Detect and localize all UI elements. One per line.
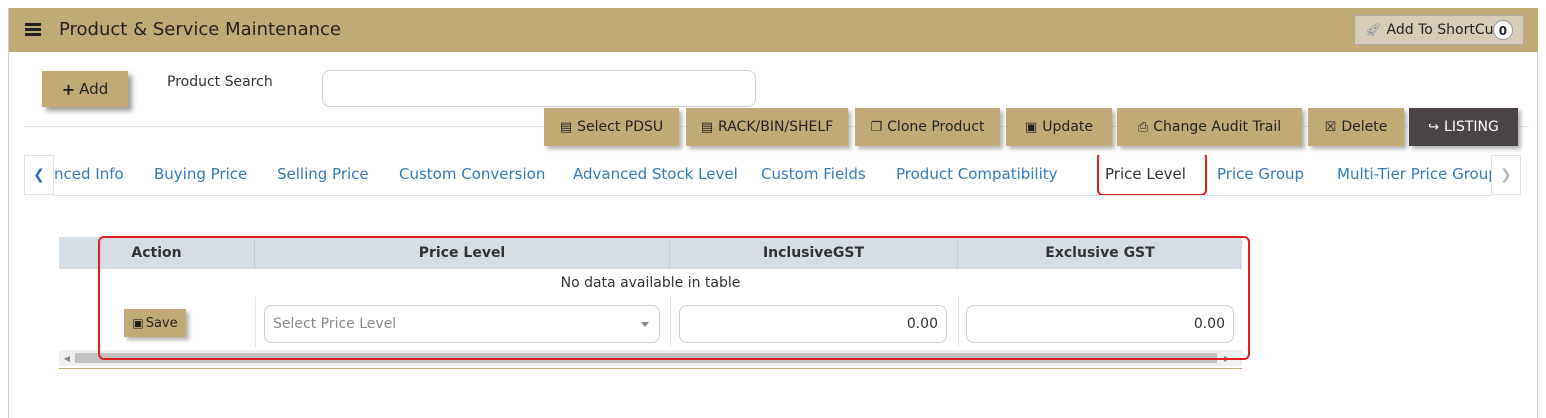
delete-button[interactable]: ☒ Delete <box>1308 108 1404 146</box>
product-search-input[interactable] <box>322 70 756 107</box>
cell-divider <box>958 297 959 347</box>
add-label: Add <box>79 80 109 98</box>
shortcut-count-badge: 0 <box>1492 20 1513 40</box>
floppy-icon: ▣ <box>132 316 144 330</box>
tab-custom-conversion[interactable]: Custom Conversion <box>399 165 545 183</box>
clone-product-label: Clone Product <box>887 119 985 135</box>
archive-icon: ▤ <box>700 119 714 135</box>
cell-divider <box>255 297 256 347</box>
save-button[interactable]: ▣ Save <box>124 309 186 337</box>
select-pdsu-label: Select PDSU <box>577 119 664 135</box>
tab-advanced-info[interactable]: nced Info <box>54 165 124 183</box>
listing-button[interactable]: ↪ LISTING <box>1409 108 1518 146</box>
change-audit-trail-label: Change Audit Trail <box>1153 119 1282 135</box>
table-row: ▣ Save Select Price Level <box>59 297 1242 347</box>
column-header-price-level: Price Level <box>255 237 670 269</box>
app-frame: Product & Service Maintenance 🚀︎ Add To … <box>8 8 1538 418</box>
chevron-left-icon[interactable]: ❮ <box>24 155 54 195</box>
tab-selling-price[interactable]: Selling Price <box>277 165 369 183</box>
column-header-inclusive-gst: InclusiveGST <box>670 237 958 269</box>
save-label: Save <box>145 315 178 331</box>
exclusive-gst-input[interactable] <box>966 305 1234 343</box>
price-level-placeholder: Select Price Level <box>273 316 397 332</box>
update-label: Update <box>1042 119 1093 135</box>
update-button[interactable]: ▣ Update <box>1006 108 1112 146</box>
archive-icon: ▤ <box>559 119 573 135</box>
horizontal-scrollbar[interactable]: ◀ ▶ <box>59 350 1242 366</box>
add-to-shortcut-button[interactable]: 🚀︎ Add To ShortCut 0 <box>1354 15 1524 45</box>
table-bottom-border <box>59 368 1242 369</box>
trash-icon: ☒ <box>1324 119 1337 135</box>
select-pdsu-button[interactable]: ▤ Select PDSU <box>544 108 679 146</box>
page-title: Product & Service Maintenance <box>59 19 341 40</box>
tab-price-group[interactable]: Price Group <box>1217 165 1304 183</box>
clone-product-button[interactable]: ❐ Clone Product <box>855 108 1000 146</box>
tab-bar: ❮ nced Info Buying Price Selling Price C… <box>24 155 1529 201</box>
rack-bin-shelf-label: RACK/BIN/SHELF <box>718 119 834 135</box>
sign-out-icon: ↪ <box>1428 119 1440 135</box>
menu-icon[interactable] <box>25 23 41 36</box>
price-level-table: Action Price Level InclusiveGST Exclusiv… <box>59 237 1242 369</box>
print-icon: ⎙ <box>1137 119 1149 135</box>
delete-label: Delete <box>1341 119 1388 135</box>
add-button[interactable]: + Add <box>42 71 128 107</box>
floppy-icon: ▣ <box>1025 119 1038 135</box>
column-header-action: Action <box>59 237 255 269</box>
tab-price-level[interactable]: Price Level <box>1105 165 1186 183</box>
tab-product-compatibility[interactable]: Product Compatibility <box>896 165 1058 183</box>
rocket-icon: 🚀︎ <box>1365 22 1382 38</box>
shortcut-label: Add To ShortCut <box>1386 22 1499 38</box>
scroll-thumb[interactable] <box>75 353 1217 363</box>
tab-list: nced Info Buying Price Selling Price Cus… <box>54 155 1491 196</box>
inclusive-gst-input[interactable] <box>679 305 947 343</box>
tab-custom-fields[interactable]: Custom Fields <box>761 165 866 183</box>
tab-buying-price[interactable]: Buying Price <box>154 165 247 183</box>
caret-down-icon <box>641 322 649 327</box>
cell-divider <box>670 297 671 347</box>
listing-label: LISTING <box>1444 119 1499 135</box>
tab-advanced-stock-level[interactable]: Advanced Stock Level <box>573 165 738 183</box>
price-level-select[interactable]: Select Price Level <box>264 305 660 343</box>
page-header: Product & Service Maintenance 🚀︎ Add To … <box>9 8 1538 52</box>
scroll-left-icon[interactable]: ◀ <box>59 350 75 366</box>
rack-bin-shelf-button[interactable]: ▤ RACK/BIN/SHELF <box>686 108 848 146</box>
tab-multi-tier-price-group[interactable]: Multi-Tier Price Group <box>1337 165 1491 183</box>
plus-icon: + <box>61 79 76 99</box>
copy-icon: ❐ <box>870 119 883 135</box>
column-header-exclusive-gst: Exclusive GST <box>1045 245 1155 261</box>
table-header: Action Price Level InclusiveGST Exclusiv… <box>59 237 1242 269</box>
chevron-right-icon[interactable]: ❯ <box>1491 155 1521 195</box>
change-audit-trail-button[interactable]: ⎙ Change Audit Trail <box>1117 108 1302 146</box>
empty-table-message: No data available in table <box>560 275 741 291</box>
scroll-right-icon[interactable]: ▶ <box>1219 350 1235 366</box>
product-search-label: Product Search <box>167 74 273 90</box>
